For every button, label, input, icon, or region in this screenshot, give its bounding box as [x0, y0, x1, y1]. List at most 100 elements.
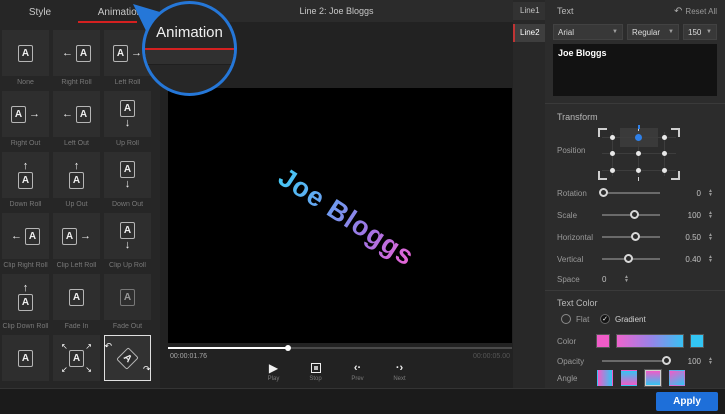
vertical-stepper[interactable]: ▲▼ [706, 255, 715, 263]
left-out-icon: ←A [53, 91, 100, 137]
preset-fade-out[interactable]: A Fade Out [104, 274, 151, 335]
preset-fade-in[interactable]: A Fade In [53, 274, 100, 335]
zoom-corners-icon: A ↖↗↙↘ [53, 335, 100, 381]
apply-button[interactable]: Apply [656, 392, 718, 411]
animation-preset-grid: A None ←A Right Roll A→ Left Roll A→ Rig… [2, 30, 158, 396]
preset-right-out[interactable]: A→ Right Out [2, 91, 49, 152]
position-active-tick [638, 125, 640, 129]
angle-swatch-horizontal[interactable] [597, 370, 613, 386]
preset-none[interactable]: A None [2, 30, 49, 91]
preset-zoom[interactable]: A ↖↗↙↘ [53, 335, 100, 396]
preset-down-out[interactable]: A↓ Down Out [104, 152, 151, 213]
text-properties-panel: Text ↶ Reset All Arial▼ Regular▼ 150▼ Jo… [545, 0, 725, 388]
horizontal-stepper[interactable]: ▲▼ [706, 233, 715, 241]
space-value: 0 [602, 275, 622, 284]
opacity-row: Opacity 100 ▲▼ [557, 354, 715, 368]
vertical-slider-thumb[interactable] [624, 254, 633, 263]
preset-up-out[interactable]: ↑A Up Out [53, 152, 100, 213]
horizontal-value: 0.50 [660, 233, 701, 242]
line-item-2[interactable]: Line2 [513, 24, 545, 42]
clip-down-roll-icon: ↑A [2, 274, 49, 320]
rotation-value: 0 [660, 189, 701, 198]
opacity-slider-thumb[interactable] [662, 356, 671, 365]
preset-clip-left-roll[interactable]: A→ Clip Left Roll [53, 213, 100, 274]
position-dot-center[interactable] [636, 151, 641, 156]
gradient-end-swatch[interactable] [690, 334, 704, 348]
horizontal-slider-thumb[interactable] [631, 232, 640, 241]
position-dot-top-left[interactable] [610, 135, 615, 140]
preset-rotate-selected[interactable]: A↶↷ [104, 335, 151, 396]
line-item-1[interactable]: Line1 [513, 2, 545, 20]
bottom-bar: Apply [0, 388, 725, 414]
preset-clip-right-roll[interactable]: ←A Clip Right Roll [2, 213, 49, 274]
space-row: Space 0 ▲▼ [557, 272, 715, 286]
section-divider [545, 290, 725, 291]
total-time: 00:00:05.00 [430, 353, 510, 360]
scale-slider[interactable] [602, 214, 660, 216]
flat-radio[interactable]: Flat [561, 314, 589, 324]
tab-style[interactable]: Style [0, 0, 80, 24]
position-dot-bottom-center[interactable] [636, 168, 641, 173]
angle-swatch-diagonal[interactable] [669, 370, 685, 386]
prev-icon: ‹· [354, 362, 361, 374]
angle-swatch-vertical[interactable] [645, 370, 661, 386]
vertical-value: 0.40 [660, 255, 701, 264]
font-family-dropdown[interactable]: Arial▼ [553, 24, 623, 40]
position-dot-mid-left[interactable] [610, 151, 615, 156]
gradient-preview-bar[interactable] [616, 334, 684, 348]
position-dot-top-right[interactable] [662, 135, 667, 140]
gradient-radio[interactable]: ✓ Gradient [600, 314, 646, 324]
position-label: Position [557, 146, 585, 155]
next-button[interactable]: ·› Next [387, 362, 413, 382]
angle-swatch-vertical-reverse[interactable] [621, 370, 637, 386]
reset-all-button[interactable]: ↶ Reset All [674, 6, 717, 17]
text-content-input[interactable]: Joe Bloggs [553, 44, 717, 96]
chevron-down-icon: ▼ [706, 29, 712, 35]
down-roll-icon: ↑A [2, 152, 49, 198]
play-button[interactable]: ▶ Play [261, 362, 287, 382]
rotation-slider[interactable] [602, 192, 660, 194]
animation-presets-panel: Style Animation A None ←A Right Roll A→ … [0, 0, 160, 388]
subtitle-lines-panel: Line1 Line2 [513, 0, 545, 388]
up-roll-icon: A↓ [104, 91, 151, 137]
stop-button[interactable]: Stop [303, 362, 329, 382]
undo-icon: ↶ [674, 6, 682, 17]
next-icon: ·› [396, 362, 403, 374]
font-size-dropdown[interactable]: 150▼ [683, 24, 717, 40]
position-dot-bottom-right[interactable] [662, 168, 667, 173]
preset-down-roll[interactable]: ↑A Down Roll [2, 152, 49, 213]
rotation-stepper[interactable]: ▲▼ [706, 189, 715, 197]
preset-up-roll[interactable]: A↓ Up Roll [104, 91, 151, 152]
opacity-slider[interactable] [602, 360, 670, 362]
scale-slider-thumb[interactable] [630, 210, 639, 219]
vertical-slider[interactable] [602, 258, 660, 260]
position-grid [598, 128, 680, 180]
preset-extra-1[interactable]: A [2, 335, 49, 396]
horizontal-slider[interactable] [602, 236, 660, 238]
callout-animation-label: Animation [145, 24, 234, 41]
position-dot-mid-right[interactable] [662, 151, 667, 156]
fade-in-icon: A [53, 274, 100, 320]
clip-right-roll-icon: ←A [2, 213, 49, 259]
prev-button[interactable]: ‹· Prev [345, 362, 371, 382]
rotation-slider-thumb[interactable] [599, 188, 608, 197]
scale-row: Scale 100 ▲▼ [557, 208, 715, 222]
radio-unchecked-icon [561, 314, 571, 324]
animation-editor-window: Style Animation A None ←A Right Roll A→ … [0, 0, 725, 414]
position-dot-bottom-left[interactable] [610, 168, 615, 173]
scale-stepper[interactable]: ▲▼ [706, 211, 715, 219]
gradient-start-swatch[interactable] [596, 334, 610, 348]
preset-clip-up-roll[interactable]: A↓ Clip Up Roll [104, 213, 151, 274]
section-divider [545, 103, 725, 104]
space-stepper[interactable]: ▲▼ [622, 275, 631, 283]
chevron-down-icon: ▼ [612, 29, 618, 35]
font-weight-dropdown[interactable]: Regular▼ [627, 24, 679, 40]
position-dot-top-center[interactable] [635, 134, 642, 141]
opacity-stepper[interactable]: ▲▼ [706, 357, 715, 365]
timeline-track[interactable] [168, 347, 512, 349]
preset-right-roll[interactable]: ←A Right Roll [53, 30, 100, 91]
clip-left-roll-icon: A→ [53, 213, 100, 259]
preset-left-out[interactable]: ←A Left Out [53, 91, 100, 152]
preset-clip-down-roll[interactable]: ↑A Clip Down Roll [2, 274, 49, 335]
play-icon: ▶ [269, 362, 278, 374]
